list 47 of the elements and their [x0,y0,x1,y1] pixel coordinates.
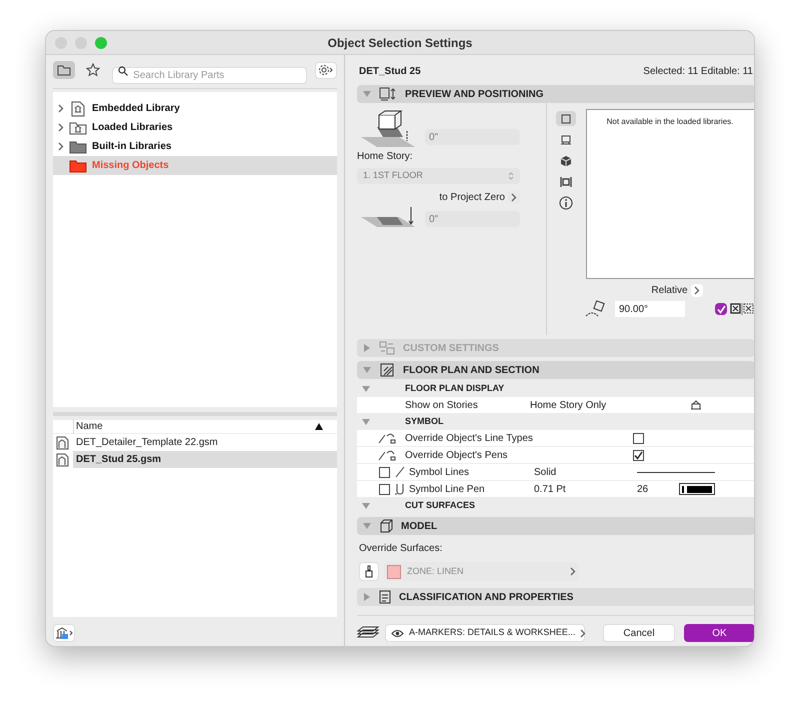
selection-count: Selected: 11 Editable: 11 [643,64,753,78]
row-label: Override Object's Pens [405,448,509,462]
row-label: Symbol Line Pen [409,482,486,496]
column-header[interactable]: Name [73,419,315,434]
tree-item[interactable]: Loaded Libraries [53,118,337,137]
row-label: Override Object's Line Types [405,432,534,446]
tree-item[interactable]: Built-in Libraries [53,137,337,156]
tree-label: Embedded Library [92,102,180,116]
field-label: Home Story: [357,150,414,164]
section-header[interactable]: CLASSIFICATION AND PROPERTIES [357,588,754,606]
ok-button[interactable]: OK [684,624,754,642]
section-header[interactable]: FLOOR PLAN AND SECTION [357,361,754,379]
row-value: 0.71 Pt [534,482,567,496]
tree-label: Built-in Libraries [92,140,172,154]
tree-item[interactable]: Embedded Library [53,99,337,118]
section-title: PREVIEW AND POSITIONING [405,88,544,102]
section-title: MODEL [401,520,438,534]
section-header[interactable]: MODEL [357,517,754,535]
angle-mode-label: Relative [651,284,688,298]
row-label: Show on Stories [405,398,479,412]
dropdown-value: ZONE: LINEN [407,564,465,578]
row-value: Home Story Only [530,398,608,412]
layer-dropdown[interactable]: A-MARKERS: DETAILS & WORKSHEE... [385,624,585,642]
section-title: CLASSIFICATION AND PROPERTIES [399,590,574,604]
cancel-button[interactable]: Cancel [603,624,675,642]
dropdown-value: 1. 1ST FLOOR [363,169,423,182]
tree-label: Loaded Libraries [92,121,173,135]
section-title: CUSTOM SETTINGS [403,342,499,356]
group-title: SYMBOL [405,414,444,428]
search-field[interactable]: Search Library Parts [112,66,308,84]
angle-field[interactable]: 90.00° [615,301,685,317]
object-name: DET_Stud 25 [359,64,421,78]
preview-message: Not available in the loaded libraries. [606,116,734,128]
file-row[interactable]: DET_Detailer_Template 22.gsm [73,434,337,451]
layer-name: A-MARKERS: DETAILS & WORKSHEE... [409,626,576,640]
group-title: FLOOR PLAN DISPLAY [405,382,504,395]
field-label: Override Surfaces: [359,542,444,556]
reference-label: to Project Zero [439,191,505,205]
group-title: CUT SURFACES [405,498,476,512]
pen-number: 26 [637,482,650,496]
row-label: Symbol Lines [409,466,470,480]
row-value: Solid [534,466,558,480]
section-header[interactable]: PREVIEW AND POSITIONING [357,85,754,103]
window-title: Object Selection Settings [328,34,472,52]
tree-label: Missing Objects [92,159,169,173]
file-row[interactable]: DET_Stud 25.gsm [73,451,337,468]
section-title: FLOOR PLAN AND SECTION [403,364,540,378]
